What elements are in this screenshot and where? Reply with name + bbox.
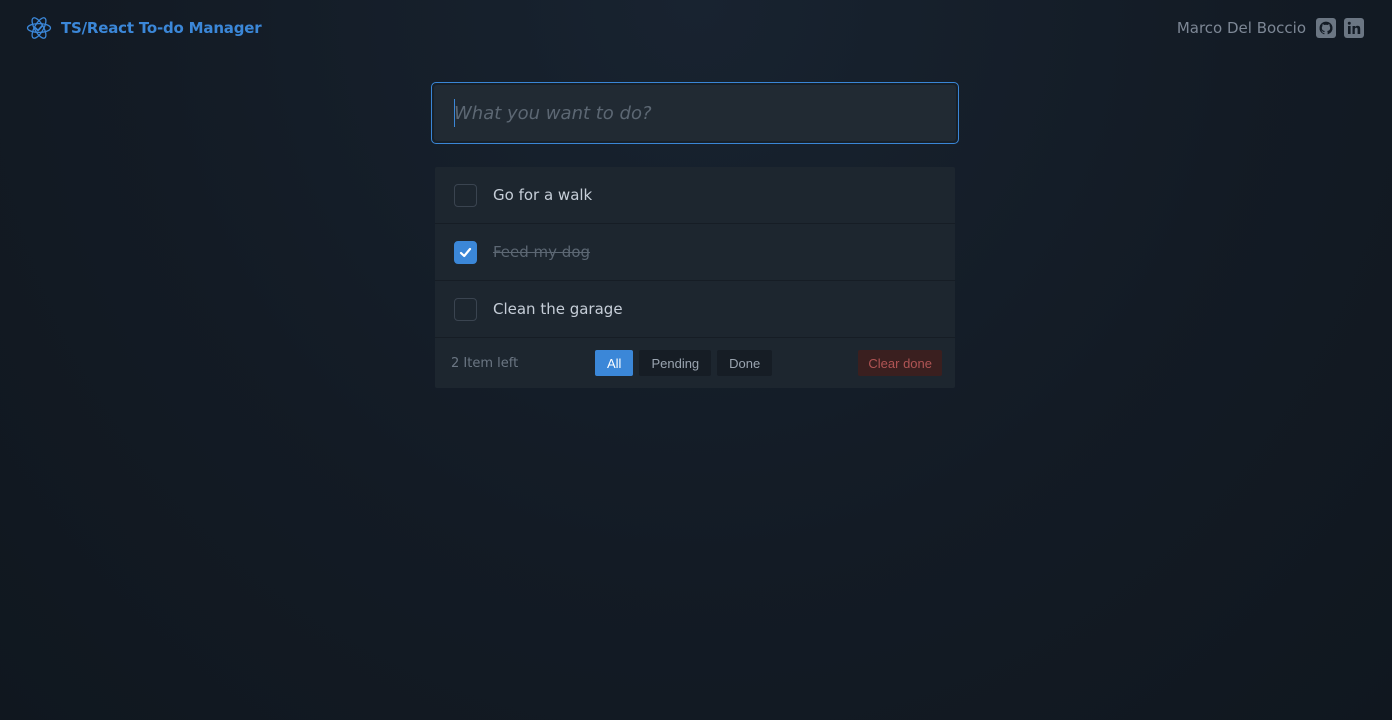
linkedin-icon[interactable] — [1344, 18, 1364, 38]
top-bar: TS/React To-do Manager Marco Del Boccio — [0, 0, 1392, 56]
filter-group: All Pending Done — [595, 350, 773, 376]
todo-checkbox[interactable] — [454, 297, 477, 321]
filter-done-button[interactable]: Done — [717, 350, 773, 376]
todo-item[interactable]: Clean the garage — [435, 281, 955, 338]
todo-list: Go for a walk Feed my dog Clean the gara… — [435, 167, 955, 388]
react-atom-icon — [26, 17, 52, 39]
todo-label: Feed my dog — [493, 243, 591, 261]
todo-app: Go for a walk Feed my dog Clean the gara… — [431, 82, 959, 388]
author-area: Marco Del Boccio — [1177, 18, 1364, 38]
text-caret — [454, 99, 455, 127]
check-icon — [459, 247, 472, 257]
todo-item[interactable]: Go for a walk — [435, 167, 955, 224]
todo-checkbox[interactable] — [454, 183, 477, 207]
app-title: TS/React To-do Manager — [61, 19, 262, 37]
clear-done-button[interactable]: Clear done — [858, 350, 942, 376]
todo-label: Go for a walk — [493, 186, 593, 204]
filter-all-button[interactable]: All — [595, 350, 634, 376]
todo-footer: 2 Item left All Pending Done Clear done — [435, 338, 955, 388]
todo-input-wrapper — [431, 82, 959, 144]
brand[interactable]: TS/React To-do Manager — [26, 15, 262, 41]
items-left-count: 2 Item left — [451, 355, 519, 371]
todo-checkbox[interactable] — [454, 240, 477, 264]
todo-input[interactable] — [434, 85, 956, 141]
author-name: Marco Del Boccio — [1176, 19, 1306, 37]
todo-label: Clean the garage — [493, 300, 623, 318]
todo-item[interactable]: Feed my dog — [435, 224, 955, 281]
filter-pending-button[interactable]: Pending — [639, 350, 712, 376]
github-icon[interactable] — [1316, 18, 1336, 38]
